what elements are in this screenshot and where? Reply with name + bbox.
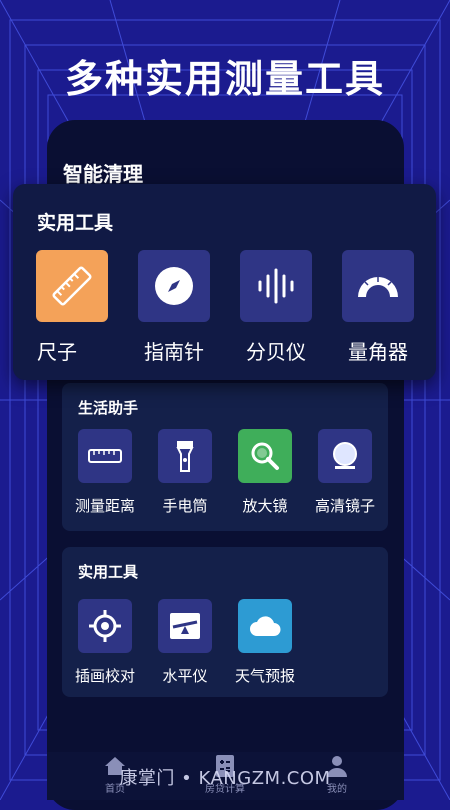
popup-title: 实用工具 bbox=[37, 212, 114, 234]
tool-label: 放大镜 bbox=[242, 497, 288, 515]
crosshair-icon bbox=[78, 599, 132, 653]
tape-measure-icon bbox=[78, 429, 132, 483]
tool-label: 高清镜子 bbox=[314, 497, 375, 515]
compass-icon bbox=[138, 250, 210, 322]
tool-label: 分贝仪 bbox=[246, 340, 306, 364]
tool-ruler[interactable]: 尺子 bbox=[27, 250, 117, 365]
weather-cloud-icon bbox=[238, 599, 292, 653]
tool-level[interactable]: 水平仪 bbox=[150, 599, 220, 686]
tool-label: 尺子 bbox=[37, 340, 77, 364]
tool-label: 天气预报 bbox=[234, 667, 295, 685]
tool-label: 量角器 bbox=[348, 340, 408, 364]
magnifier-icon bbox=[238, 429, 292, 483]
watermark: 康掌门 • KANGZM.COM bbox=[119, 768, 331, 789]
tool-label: 手电筒 bbox=[162, 497, 208, 515]
tool-crosshair[interactable]: 插画校对 bbox=[70, 599, 140, 686]
protractor-icon bbox=[342, 250, 414, 322]
tool-tape-measure[interactable]: 测量距离 bbox=[70, 429, 140, 516]
tool-magnifier[interactable]: 放大镜 bbox=[230, 429, 300, 516]
tool-weather[interactable]: 天气预报 bbox=[230, 599, 300, 686]
card-title: 实用工具 bbox=[78, 563, 139, 581]
tool-protractor[interactable]: 量角器 bbox=[333, 250, 423, 365]
card-title: 生活助手 bbox=[78, 399, 139, 417]
ruler-icon bbox=[36, 250, 108, 322]
sound-wave-icon bbox=[240, 250, 312, 322]
tool-label: 指南针 bbox=[144, 340, 204, 364]
section-title: 智能清理 bbox=[63, 162, 143, 186]
tool-label: 水平仪 bbox=[162, 667, 208, 685]
utility-tools-popup: 实用工具 尺子 指南针 分贝仪 量角器 bbox=[13, 184, 436, 380]
tool-label: 插画校对 bbox=[74, 667, 135, 685]
tool-compass[interactable]: 指南针 bbox=[129, 250, 219, 365]
level-icon bbox=[158, 599, 212, 653]
mirror-icon bbox=[318, 429, 372, 483]
promo-headline: 多种实用测量工具 bbox=[64, 57, 385, 101]
tool-flashlight[interactable]: 手电筒 bbox=[150, 429, 220, 516]
tool-decibel-meter[interactable]: 分贝仪 bbox=[231, 250, 321, 365]
life-helper-card: 生活助手 测量距离 手电筒 放大镜 高清镜子 bbox=[62, 383, 388, 531]
utility-card: 实用工具 插画校对 水平仪 天气预报 bbox=[62, 547, 388, 697]
tool-label: 测量距离 bbox=[74, 497, 135, 515]
tool-mirror[interactable]: 高清镜子 bbox=[310, 429, 380, 516]
flashlight-icon bbox=[158, 429, 212, 483]
